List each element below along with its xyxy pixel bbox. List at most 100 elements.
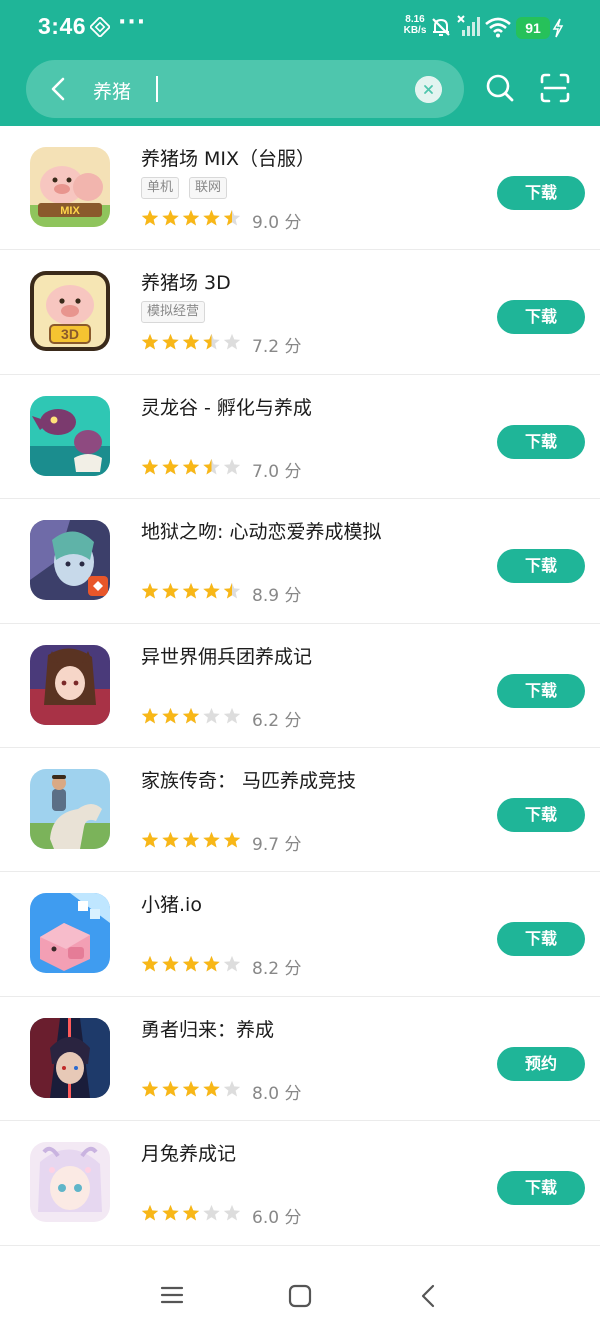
clear-input-icon[interactable] bbox=[415, 76, 442, 103]
list-item[interactable]: 异世界佣兵团养成记 6.2 分 下载 bbox=[0, 624, 600, 748]
tag-group: 单机 联网 bbox=[141, 176, 237, 199]
star-fill bbox=[162, 1080, 179, 1097]
pig-farm-mix-icon[interactable]: MIX bbox=[30, 147, 110, 227]
list-item[interactable]: MIX 养猪场 MIX（台服） 单机 联网 9.0 分 下载 bbox=[0, 126, 600, 251]
download-button[interactable]: 下载 bbox=[497, 673, 585, 708]
rating-score: 7.2 分 bbox=[252, 337, 302, 358]
star-icon bbox=[223, 334, 241, 350]
download-button[interactable]: 下载 bbox=[497, 549, 585, 584]
download-button[interactable]: 下载 bbox=[497, 176, 585, 210]
star-fill bbox=[162, 707, 179, 724]
download-button[interactable]: 下载 bbox=[497, 424, 585, 459]
star-icon bbox=[223, 1080, 241, 1097]
app-tag: 联网 bbox=[189, 177, 228, 199]
hero-return-icon[interactable] bbox=[30, 1017, 110, 1098]
star-icon bbox=[223, 956, 241, 972]
download-button[interactable]: 下载 bbox=[497, 922, 585, 957]
star-icon bbox=[203, 1205, 220, 1221]
dragon-valley-icon[interactable] bbox=[30, 395, 110, 476]
list-item[interactable]: 小猪.io 8.2 分 下载 bbox=[0, 872, 600, 997]
app-title[interactable]: 月兔养成记 bbox=[141, 1139, 236, 1166]
app-title[interactable]: 养猪场 MIX（台服） bbox=[141, 144, 315, 171]
list-item[interactable]: 家族传奇： 马匹养成竞技 9.7 分 下载 bbox=[0, 748, 600, 873]
app-title[interactable]: 小猪.io bbox=[141, 890, 202, 917]
star-fill bbox=[162, 334, 179, 350]
rating-score: 6.0 分 bbox=[252, 1208, 302, 1229]
star-fill bbox=[162, 583, 179, 599]
list-item[interactable]: 地狱之吻: 心动恋爱养成模拟 8.9 分 下载 bbox=[0, 499, 600, 624]
app-title[interactable]: 养猪场 3D bbox=[141, 268, 231, 295]
app-title[interactable]: 灵龙谷 - 孵化与养成 bbox=[141, 393, 312, 420]
star-fill bbox=[162, 1205, 179, 1221]
star-fill bbox=[162, 956, 179, 972]
system-nav-bar bbox=[0, 1258, 600, 1333]
rating-score: 8.9 分 bbox=[252, 586, 302, 607]
moon-rabbit-icon[interactable] bbox=[30, 1142, 110, 1223]
pig-farm-3d-icon[interactable]: 3D bbox=[30, 271, 110, 352]
download-button[interactable]: 下载 bbox=[497, 300, 585, 335]
app-title[interactable]: 地狱之吻: 心动恋爱养成模拟 bbox=[141, 517, 381, 544]
star-fill bbox=[141, 583, 159, 599]
star-fill bbox=[162, 209, 179, 226]
star-fill bbox=[203, 209, 220, 226]
nav-back-icon[interactable] bbox=[416, 1282, 440, 1310]
search-icon[interactable] bbox=[484, 72, 516, 104]
star-fill bbox=[203, 583, 220, 599]
pig-io-icon[interactable] bbox=[30, 893, 110, 974]
star-fill bbox=[141, 1080, 159, 1097]
app-tag: 单机 bbox=[141, 177, 180, 199]
star-fill bbox=[141, 334, 159, 350]
list-item[interactable]: 勇者归来：养成 8.0 分 预约 bbox=[0, 997, 600, 1122]
search-bar[interactable]: 养猪 bbox=[26, 60, 464, 118]
star-icon bbox=[223, 458, 241, 475]
star-fill bbox=[182, 707, 200, 724]
scan-icon[interactable] bbox=[539, 72, 571, 104]
network-speed: 8.16 KB/s bbox=[403, 14, 427, 36]
tag-group: 模拟经营 bbox=[141, 300, 215, 324]
search-input[interactable]: 养猪 bbox=[93, 77, 131, 104]
download-button[interactable]: 下载 bbox=[497, 797, 585, 832]
star-fill bbox=[141, 831, 159, 848]
download-button[interactable]: 下载 bbox=[497, 1171, 585, 1206]
header: 3:46 ··· 8.16 KB/s 91 养猪 bbox=[0, 0, 600, 126]
search-results-list: MIX 养猪场 MIX（台服） 单机 联网 9.0 分 下载 3D 养猪场 3D… bbox=[0, 126, 600, 1246]
horse-rider-icon[interactable] bbox=[30, 768, 110, 849]
rating-stars bbox=[141, 209, 241, 226]
rating-stars bbox=[141, 583, 241, 599]
list-item[interactable]: 灵龙谷 - 孵化与养成 7.0 分 下载 bbox=[0, 375, 600, 500]
app-title[interactable]: 勇者归来：养成 bbox=[141, 1015, 274, 1042]
rating-score: 9.7 分 bbox=[252, 834, 302, 855]
app-title[interactable]: 家族传奇： 马匹养成竞技 bbox=[141, 766, 356, 793]
hell-kiss-icon[interactable] bbox=[30, 520, 110, 601]
star-fill bbox=[203, 1080, 220, 1097]
star-fill bbox=[141, 209, 159, 226]
status-bar: 3:46 ··· 8.16 KB/s 91 bbox=[0, 0, 600, 56]
star-fill bbox=[182, 831, 200, 848]
svg-text:3D: 3D bbox=[61, 326, 79, 342]
rating-stars bbox=[141, 334, 241, 350]
home-icon[interactable] bbox=[286, 1282, 314, 1310]
rating-stars bbox=[141, 831, 241, 848]
reserve-button[interactable]: 预约 bbox=[497, 1046, 585, 1081]
recents-menu-icon[interactable] bbox=[158, 1283, 186, 1307]
list-item[interactable]: 月兔养成记 6.0 分 下载 bbox=[0, 1121, 600, 1246]
star-fill bbox=[182, 458, 200, 475]
cellular-signal-icon bbox=[457, 15, 480, 36]
list-item[interactable]: 3D 养猪场 3D 模拟经营 7.2 分 下载 bbox=[0, 250, 600, 375]
star-icon bbox=[223, 1205, 241, 1221]
star-fill bbox=[141, 458, 159, 475]
star-fill bbox=[182, 209, 200, 226]
star-icon bbox=[223, 707, 241, 724]
mute-bell-icon bbox=[432, 18, 450, 36]
rating-score: 8.0 分 bbox=[252, 1083, 302, 1104]
rating-stars bbox=[141, 956, 241, 972]
rating-stars bbox=[141, 1080, 241, 1097]
app-title[interactable]: 异世界佣兵团养成记 bbox=[141, 642, 312, 669]
rating-stars bbox=[141, 458, 241, 475]
back-arrow-icon[interactable] bbox=[40, 70, 78, 108]
rating-score: 9.0 分 bbox=[252, 213, 302, 233]
star-fill bbox=[162, 458, 179, 475]
mercenary-girl-icon[interactable] bbox=[30, 644, 110, 725]
star-fill bbox=[223, 831, 241, 848]
star-fill bbox=[141, 956, 159, 972]
